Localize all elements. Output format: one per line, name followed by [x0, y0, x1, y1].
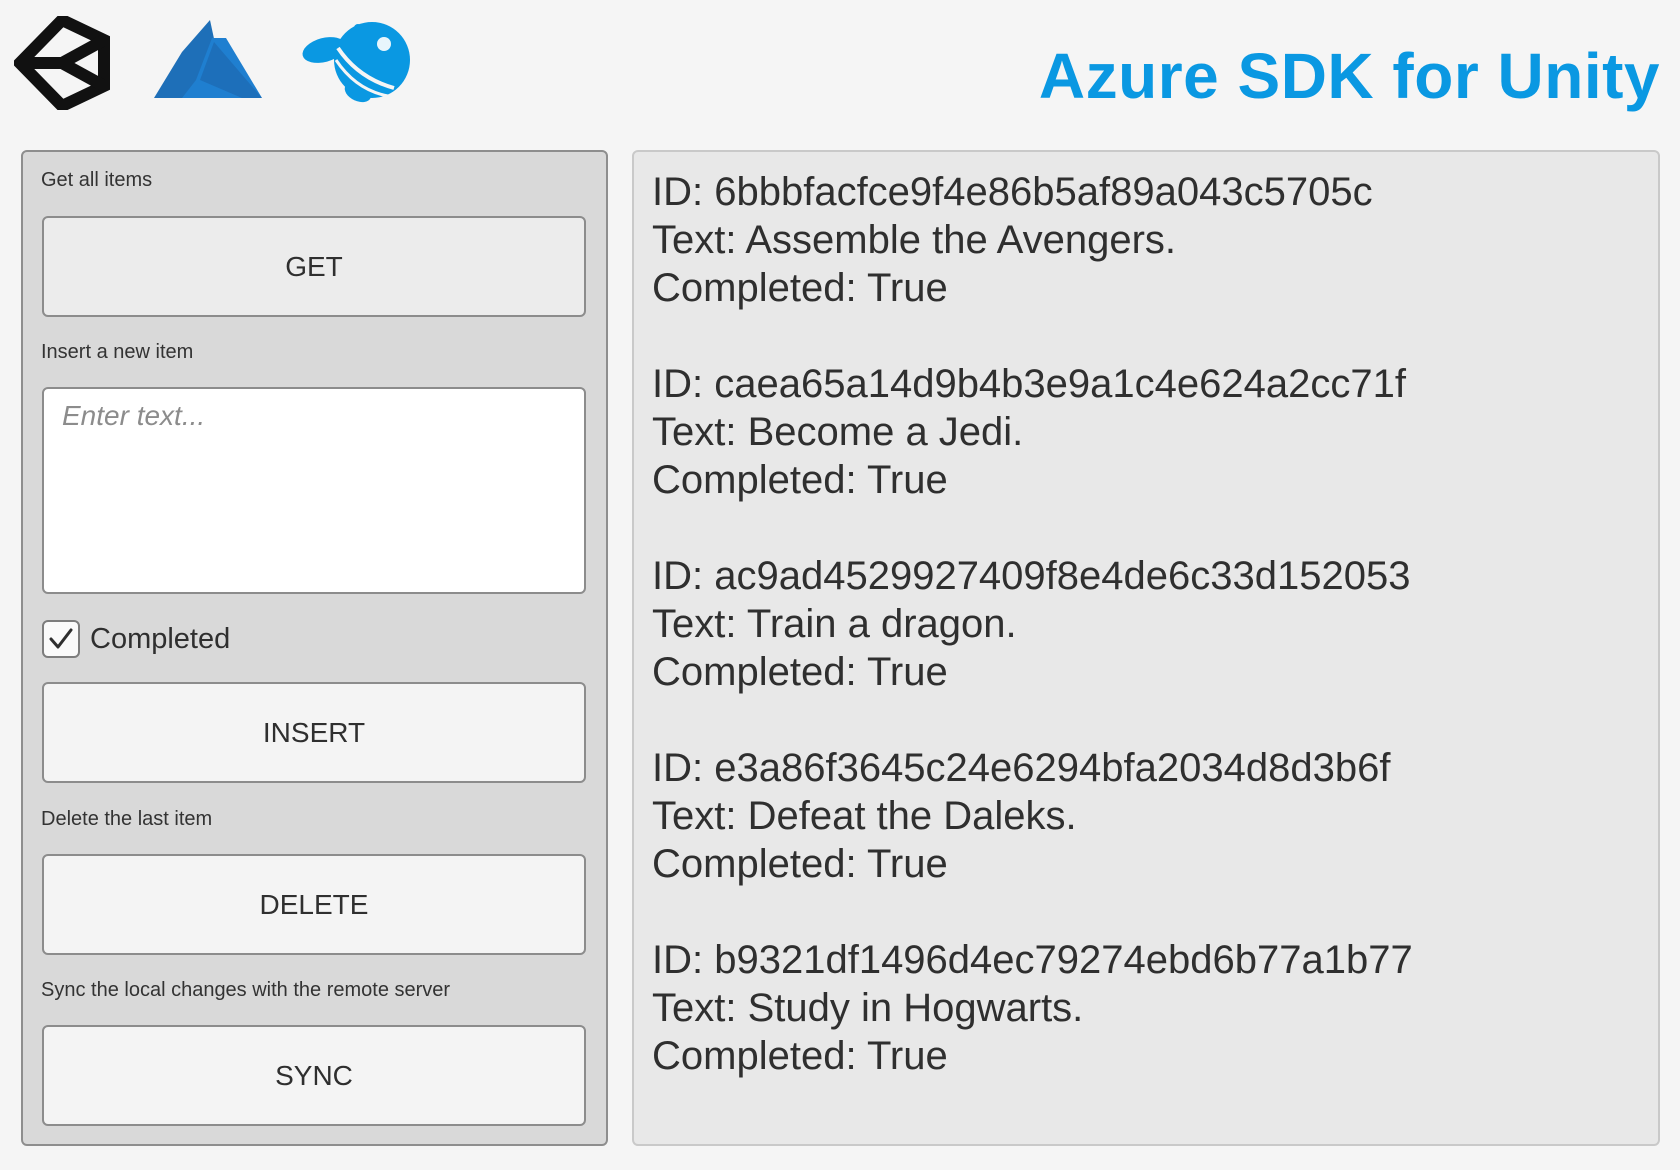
completed-checkbox[interactable]: [42, 620, 80, 658]
item-text-input[interactable]: [42, 387, 586, 594]
item-id: ID: 6bbbfacfce9f4e86b5af89a043c5705c: [652, 170, 1373, 214]
page-title: Azure SDK for Unity: [1038, 40, 1660, 112]
list-item: ID: 6bbbfacfce9f4e86b5af89a043c5705c Tex…: [652, 168, 1640, 312]
azure-logo-icon: [152, 18, 264, 106]
checkmark-icon: [49, 628, 73, 649]
delete-button[interactable]: DELETE: [42, 854, 586, 955]
list-item: ID: caea65a14d9b4b3e9a1c4e624a2cc71f Tex…: [652, 360, 1640, 504]
item-text: Text: Study in Hogwarts.: [652, 986, 1084, 1030]
list-item: ID: b9321df1496d4ec79274ebd6b77a1b77 Tex…: [652, 936, 1640, 1080]
controls-panel: Get all items GET Insert a new item Comp…: [21, 150, 608, 1146]
item-completed: Completed: True: [652, 842, 948, 886]
insert-section-label: Insert a new item: [41, 341, 194, 363]
item-text: Text: Train a dragon.: [652, 602, 1017, 646]
completed-checkbox-row[interactable]: Completed: [42, 619, 230, 659]
sync-section-label: Sync the local changes with the remote s…: [41, 979, 451, 1001]
insert-button[interactable]: INSERT: [42, 682, 586, 783]
item-id: ID: ac9ad4529927409f8e4de6c33d152053: [652, 554, 1411, 598]
item-completed: Completed: True: [652, 1034, 948, 1078]
item-completed: Completed: True: [652, 266, 948, 310]
unity-logo-icon: [14, 16, 110, 110]
items-output-panel: ID: 6bbbfacfce9f4e86b5af89a043c5705c Tex…: [632, 150, 1660, 1146]
mascot-logo-icon: [298, 18, 414, 108]
item-completed: Completed: True: [652, 650, 948, 694]
item-id: ID: b9321df1496d4ec79274ebd6b77a1b77: [652, 938, 1413, 982]
list-item: ID: e3a86f3645c24e6294bfa2034d8d3b6f Tex…: [652, 744, 1640, 888]
item-text: Text: Defeat the Daleks.: [652, 794, 1077, 838]
item-text: Text: Become a Jedi.: [652, 410, 1024, 454]
get-section-label: Get all items: [41, 169, 153, 191]
delete-section-label: Delete the last item: [41, 808, 213, 830]
completed-checkbox-label: Completed: [90, 622, 231, 655]
item-id: ID: caea65a14d9b4b3e9a1c4e624a2cc71f: [652, 362, 1406, 406]
get-button[interactable]: GET: [42, 216, 586, 317]
header: Azure SDK for Unity: [0, 0, 1680, 130]
item-text: Text: Assemble the Avengers.: [652, 218, 1177, 262]
item-completed: Completed: True: [652, 458, 948, 502]
sync-button[interactable]: SYNC: [42, 1025, 586, 1126]
item-id: ID: e3a86f3645c24e6294bfa2034d8d3b6f: [652, 746, 1391, 790]
list-item: ID: ac9ad4529927409f8e4de6c33d152053 Tex…: [652, 552, 1640, 696]
